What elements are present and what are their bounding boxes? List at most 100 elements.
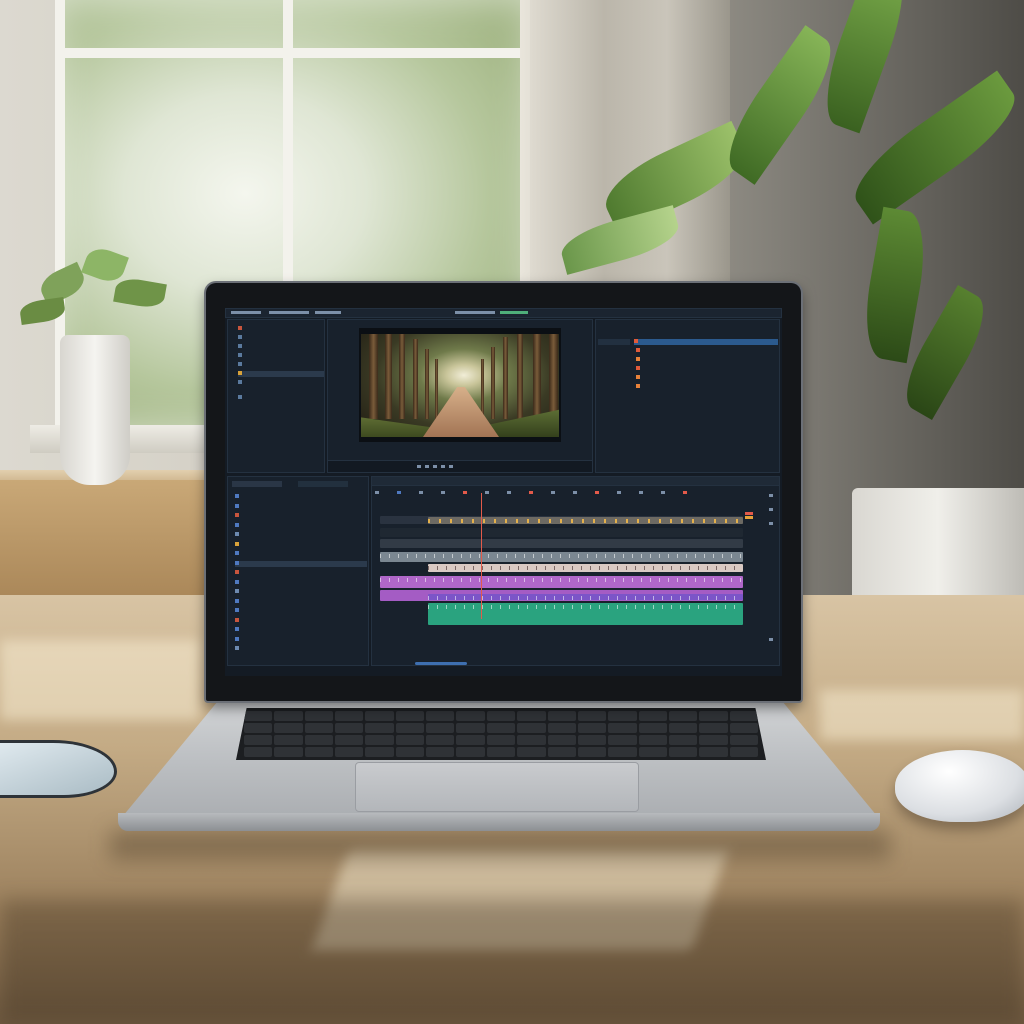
- key: [456, 747, 485, 757]
- loop-icon[interactable]: [441, 465, 445, 468]
- key: [304, 723, 334, 733]
- timeline-tool-icon[interactable]: [419, 491, 423, 494]
- effect-group[interactable]: [598, 339, 630, 345]
- timeline-tool-icon[interactable]: [573, 491, 577, 494]
- timeline-tool-icon[interactable]: [441, 491, 445, 494]
- bin-item[interactable]: [238, 380, 298, 386]
- timeline-tool-icon[interactable]: [485, 491, 489, 494]
- marker-icon[interactable]: [449, 465, 453, 468]
- forest-video-frame: [361, 334, 559, 437]
- tree-trunk: [481, 359, 484, 419]
- file-icon: [235, 636, 239, 641]
- bin-item[interactable]: [238, 326, 298, 332]
- project-item[interactable]: [235, 646, 330, 652]
- film-icon: [238, 335, 242, 339]
- bin-item[interactable]: [238, 344, 298, 350]
- step-forward-icon[interactable]: [433, 465, 437, 468]
- project-item[interactable]: [235, 617, 330, 624]
- project-item[interactable]: [235, 513, 330, 519]
- tree-trunk: [385, 334, 392, 419]
- scissors-icon[interactable]: [769, 508, 773, 511]
- file-icon: [235, 570, 239, 574]
- project-item[interactable]: [235, 636, 330, 643]
- timeline-tool-icon[interactable]: [507, 491, 511, 494]
- project-item[interactable]: [235, 551, 330, 557]
- video-track[interactable]: [380, 539, 743, 548]
- key: [335, 747, 364, 757]
- step-back-icon[interactable]: [417, 465, 421, 468]
- timeline-tool-icon[interactable]: [617, 491, 621, 494]
- key: [699, 711, 728, 721]
- audio-clip[interactable]: [428, 603, 743, 625]
- bin-item[interactable]: [238, 335, 298, 341]
- project-item[interactable]: [235, 570, 330, 576]
- file-icon: [235, 513, 239, 517]
- effect-icon: [636, 375, 640, 379]
- timeline-tool-icon[interactable]: [551, 491, 555, 494]
- project-item[interactable]: [235, 579, 330, 586]
- bin-item[interactable]: [238, 353, 298, 359]
- key: [638, 723, 667, 733]
- key: [365, 747, 394, 757]
- project-item[interactable]: [235, 560, 367, 567]
- timeline-tool-icon[interactable]: [397, 491, 401, 494]
- effect-item[interactable]: [636, 384, 736, 390]
- effect-item[interactable]: [636, 375, 736, 381]
- zoom-icon[interactable]: [769, 638, 773, 641]
- project-item[interactable]: [235, 589, 330, 595]
- file-icon: [235, 494, 239, 498]
- project-tab[interactable]: [232, 481, 282, 487]
- audio-clip[interactable]: [380, 552, 743, 562]
- timeline-tool-icon[interactable]: [529, 491, 533, 494]
- timeline-scrollbar[interactable]: [415, 662, 467, 665]
- project-item[interactable]: [235, 494, 330, 500]
- magnet-icon[interactable]: [769, 522, 773, 525]
- effect-item-selected[interactable]: [634, 339, 778, 345]
- project-item[interactable]: [235, 532, 330, 538]
- menu-item[interactable]: [269, 311, 309, 314]
- file-icon: [235, 579, 239, 584]
- timeline-tool-icon[interactable]: [661, 491, 665, 494]
- photo-scene: [0, 0, 1024, 1024]
- project-item[interactable]: [235, 522, 330, 529]
- project-item[interactable]: [235, 598, 330, 605]
- timeline-tool-icon[interactable]: [639, 491, 643, 494]
- project-item[interactable]: [235, 541, 330, 548]
- key: [456, 723, 485, 733]
- timeline-tool-icon[interactable]: [595, 491, 599, 494]
- effect-icon: [636, 348, 640, 352]
- settings-icon[interactable]: [769, 494, 773, 497]
- audio-clip[interactable]: [428, 564, 743, 572]
- key: [365, 723, 394, 733]
- bin-item[interactable]: [238, 395, 298, 401]
- film-icon: [238, 380, 242, 384]
- project-tab[interactable]: [298, 481, 348, 487]
- timeline-tool-icon[interactable]: [375, 491, 379, 494]
- menu-item[interactable]: [455, 311, 495, 314]
- key: [304, 747, 334, 757]
- project-item[interactable]: [235, 627, 330, 633]
- effect-item[interactable]: [636, 348, 736, 354]
- file-icon: [235, 589, 239, 593]
- menu-item[interactable]: [231, 311, 261, 314]
- video-track[interactable]: [380, 528, 743, 537]
- audio-clip[interactable]: [428, 594, 743, 600]
- menu-item[interactable]: [315, 311, 341, 314]
- menu-item[interactable]: [500, 311, 528, 314]
- key: [608, 723, 637, 733]
- key: [335, 711, 364, 721]
- key: [547, 723, 576, 733]
- play-icon[interactable]: [425, 465, 429, 468]
- effect-category[interactable]: [636, 328, 736, 334]
- playhead[interactable]: [481, 493, 482, 619]
- video-clip[interactable]: [428, 517, 743, 524]
- timeline-tool-icon[interactable]: [463, 491, 467, 494]
- project-item[interactable]: [235, 608, 330, 614]
- project-item[interactable]: [235, 503, 330, 510]
- timeline-tool-icon[interactable]: [683, 491, 687, 494]
- bin-item-selected[interactable]: [238, 371, 324, 377]
- audio-clip[interactable]: [380, 576, 743, 588]
- effect-item[interactable]: [636, 366, 736, 372]
- bin-item[interactable]: [238, 362, 298, 368]
- effect-item[interactable]: [636, 357, 736, 363]
